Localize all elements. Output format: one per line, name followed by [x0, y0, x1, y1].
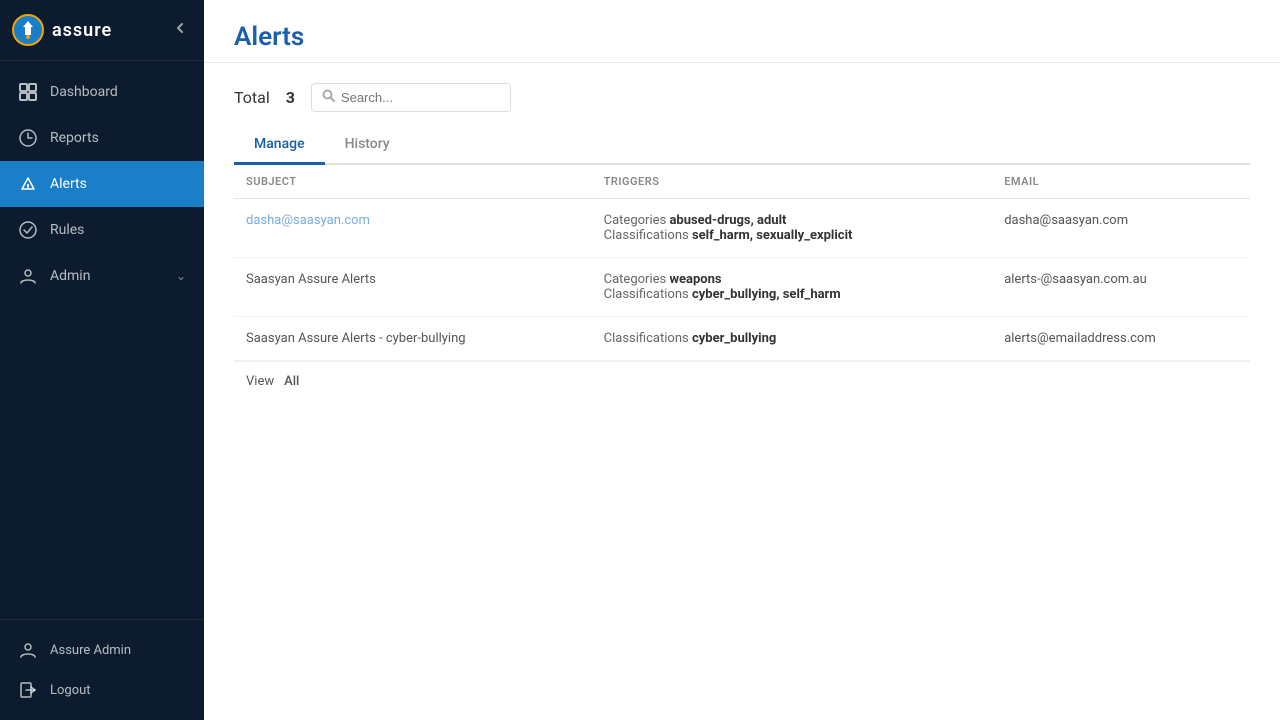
sidebar-item-reports[interactable]: Reports [0, 115, 204, 161]
page-header: Alerts [204, 0, 1280, 63]
page-title: Alerts [234, 22, 1250, 52]
sidebar-item-alerts[interactable]: Alerts [0, 161, 204, 207]
view-label: View [246, 374, 274, 389]
cell-subject-2: Saasyan Assure Alerts [234, 258, 592, 317]
dashboard-icon [18, 82, 38, 102]
cell-email-2: alerts-@saasyan.com.au [992, 258, 1250, 317]
sidebar-item-admin[interactable]: Admin ⌄ [0, 253, 204, 299]
cell-triggers-2: Categories weapons Classifications cyber… [592, 258, 993, 317]
admin-icon [18, 266, 38, 286]
search-icon [322, 89, 335, 106]
chevron-down-icon: ⌄ [176, 269, 186, 283]
sidebar-label-reports: Reports [50, 130, 99, 146]
cell-subject-1[interactable]: dasha@saasyan.com [234, 199, 592, 258]
col-email: EMAIL [992, 165, 1250, 199]
sidebar-item-logout[interactable]: Logout [0, 670, 204, 710]
search-box[interactable] [311, 83, 511, 112]
sidebar-label-rules: Rules [50, 222, 84, 238]
main-content: Alerts Total 3 Manage History [204, 0, 1280, 720]
total-row: Total 3 [234, 83, 1250, 112]
reports-icon [18, 128, 38, 148]
col-subject: SUBJECT [234, 165, 592, 199]
cell-subject-3: Saasyan Assure Alerts - cyber-bullying [234, 317, 592, 361]
view-all-link[interactable]: All [284, 374, 299, 389]
sidebar-label-alerts: Alerts [50, 176, 87, 192]
search-input[interactable] [341, 90, 500, 105]
cell-triggers-3: Classifications cyber_bullying [592, 317, 993, 361]
sidebar-item-rules[interactable]: Rules [0, 207, 204, 253]
nav-items: Dashboard Reports Alerts [0, 61, 204, 619]
cell-email-1: dasha@saasyan.com [992, 199, 1250, 258]
cell-triggers-1: Categories abused-drugs, adult Classific… [592, 199, 993, 258]
total-label: Total [234, 88, 270, 107]
alerts-table: SUBJECT TRIGGERS EMAIL dasha@saasyan.com… [234, 165, 1250, 361]
sidebar-label-dashboard: Dashboard [50, 84, 118, 100]
cell-email-3: alerts@emailaddress.com [992, 317, 1250, 361]
collapse-button[interactable] [168, 16, 192, 45]
table-row: Saasyan Assure Alerts Categories weapons… [234, 258, 1250, 317]
user-icon [18, 640, 38, 660]
table-row: dasha@saasyan.com Categories abused-drug… [234, 199, 1250, 258]
alerts-icon [18, 174, 38, 194]
sidebar-logout-label: Logout [50, 683, 91, 698]
sidebar-label-admin: Admin [50, 268, 90, 284]
tab-history[interactable]: History [325, 126, 410, 165]
sidebar-user-label: Assure Admin [50, 643, 131, 658]
rules-icon [18, 220, 38, 240]
table-row: Saasyan Assure Alerts - cyber-bullying C… [234, 317, 1250, 361]
logo-text: assure [52, 20, 112, 41]
sidebar: assure Dashboard [0, 0, 204, 720]
content-area: Total 3 Manage History SUBJECT [204, 63, 1280, 720]
tab-manage[interactable]: Manage [234, 126, 325, 165]
view-row: View All [234, 361, 1250, 401]
sidebar-item-user[interactable]: Assure Admin [0, 630, 204, 670]
col-triggers: TRIGGERS [592, 165, 993, 199]
sidebar-footer: Assure Admin Logout [0, 619, 204, 720]
logout-icon [18, 680, 38, 700]
total-count: 3 [286, 88, 295, 107]
sidebar-item-dashboard[interactable]: Dashboard [0, 69, 204, 115]
sidebar-header: assure [0, 0, 204, 61]
tabs: Manage History [234, 126, 1250, 165]
logo-icon [12, 14, 44, 46]
logo-area: assure [12, 14, 112, 46]
